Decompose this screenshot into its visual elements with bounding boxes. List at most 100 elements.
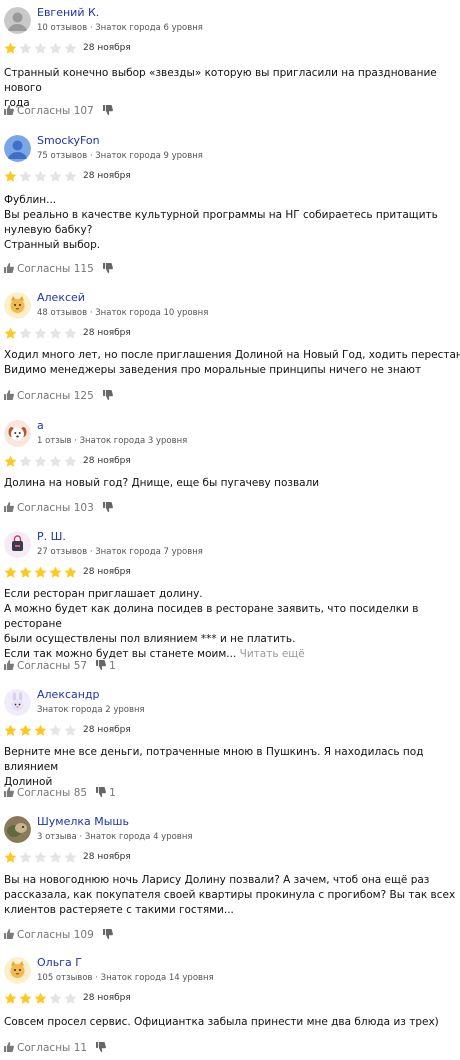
review-actions: Согласны 125	[4, 385, 116, 402]
author-name[interactable]: Алексей	[37, 291, 85, 304]
star-icon	[4, 851, 17, 864]
star-icon	[64, 851, 77, 864]
review-text-body: Ходил много лет, но после приглашения До…	[4, 349, 460, 376]
star-icon	[49, 42, 62, 55]
agree-label: Согласны	[17, 786, 71, 799]
star-icon	[64, 724, 77, 737]
thumb-up-icon	[4, 928, 17, 941]
author-meta: 75 отзывов · Знаток города 9 уровня	[37, 151, 203, 161]
thumb-up-icon	[4, 262, 17, 275]
disagree-button[interactable]	[102, 389, 116, 402]
agree-label: Согласны	[17, 262, 71, 275]
review-actions: Согласны 85 1	[4, 782, 116, 799]
star-icon	[4, 724, 17, 737]
thumb-down-icon	[96, 786, 109, 799]
agree-label: Согласны	[17, 389, 71, 402]
agree-count: 107	[73, 104, 94, 117]
disagree-button[interactable]	[102, 262, 116, 275]
avatar[interactable]	[4, 689, 31, 716]
agree-button[interactable]: Согласны 85	[4, 786, 87, 799]
agree-button[interactable]: Согласны 103	[4, 501, 94, 514]
agree-button[interactable]: Согласны 125	[4, 389, 94, 402]
agree-label: Согласны	[17, 1041, 71, 1054]
review-actions: Согласны 109	[4, 924, 116, 941]
review-date: 28 ноября	[83, 567, 131, 577]
rating-stars	[4, 992, 79, 1005]
agree-button[interactable]: Согласны 109	[4, 928, 94, 941]
review-date: 28 ноября	[83, 43, 131, 53]
review-text: Совсем просел сервис. Официантка забыла …	[4, 1015, 460, 1030]
review-date: 28 ноября	[83, 171, 131, 181]
star-icon	[19, 455, 32, 468]
thumb-up-icon	[4, 104, 17, 117]
review-text: Ходил много лет, но после приглашения До…	[4, 348, 460, 378]
author-name[interactable]: Александр	[37, 688, 100, 701]
star-icon	[19, 42, 32, 55]
thumb-down-icon	[102, 501, 116, 514]
thumb-down-icon	[96, 659, 109, 672]
star-icon	[49, 455, 62, 468]
star-icon	[34, 327, 47, 340]
disagree-button[interactable]	[96, 1041, 109, 1054]
agree-count: 115	[73, 262, 94, 275]
disagree-button[interactable]	[102, 928, 116, 941]
review-date: 28 ноября	[83, 725, 131, 735]
thumb-up-icon	[4, 389, 17, 402]
author-name[interactable]: Р. Ш.	[37, 530, 66, 543]
review-actions: Согласны 115	[4, 258, 116, 275]
avatar[interactable]	[4, 292, 31, 319]
star-icon	[49, 724, 62, 737]
review-date: 28 ноября	[83, 328, 131, 338]
rating-stars	[4, 566, 79, 579]
review-text-body: Вы на новогоднюю ночь Ларису Долину позв…	[4, 874, 456, 916]
read-more-link[interactable]: Читать ещё	[240, 648, 305, 660]
star-icon	[19, 170, 32, 183]
rating-stars	[4, 170, 79, 183]
star-icon	[34, 992, 47, 1005]
agree-label: Согласны	[17, 928, 71, 941]
avatar[interactable]	[4, 7, 31, 34]
author-name[interactable]: Шумелка Мышь	[37, 815, 129, 828]
agree-label: Согласны	[17, 104, 71, 117]
avatar[interactable]	[4, 957, 31, 984]
star-icon	[34, 566, 47, 579]
review-actions: Согласны 11	[4, 1037, 109, 1054]
disagree-button[interactable]: 1	[96, 786, 116, 799]
agree-count: 57	[73, 659, 88, 672]
author-meta: 105 отзывов · Знаток города 14 уровня	[37, 973, 214, 983]
thumb-down-icon	[102, 104, 116, 117]
star-icon	[64, 42, 77, 55]
avatar[interactable]	[4, 135, 31, 162]
review-date: 28 ноября	[83, 852, 131, 862]
avatar[interactable]	[4, 816, 31, 843]
star-icon	[4, 455, 17, 468]
review-actions: Согласны 107	[4, 100, 116, 117]
agree-button[interactable]: Согласны 11	[4, 1041, 87, 1054]
star-icon	[49, 170, 62, 183]
agree-count: 109	[73, 928, 94, 941]
agree-button[interactable]: Согласны 115	[4, 262, 94, 275]
thumb-down-icon	[96, 1041, 109, 1054]
star-icon	[19, 327, 32, 340]
agree-count: 103	[73, 501, 94, 514]
author-name[interactable]: Ольга Г	[37, 956, 82, 969]
author-name[interactable]: а	[37, 419, 44, 432]
disagree-button[interactable]: 1	[96, 659, 116, 672]
author-name[interactable]: SmockyFon	[37, 134, 100, 147]
star-icon	[49, 851, 62, 864]
review-text: Долина на новый год? Днище, еще бы пугач…	[4, 476, 460, 491]
avatar[interactable]	[4, 420, 31, 447]
thumb-up-icon	[4, 501, 17, 514]
review-actions: Согласны 57 1	[4, 655, 116, 672]
disagree-button[interactable]	[102, 501, 116, 514]
author-meta: 27 отзывов · Знаток города 7 уровня	[37, 547, 203, 557]
star-icon	[49, 566, 62, 579]
agree-button[interactable]: Согласны 57	[4, 659, 88, 672]
author-name[interactable]: Евгений К.	[37, 6, 99, 19]
disagree-button[interactable]	[102, 104, 116, 117]
avatar[interactable]	[4, 531, 31, 558]
review-text-body: Долина на новый год? Днище, еще бы пугач…	[4, 477, 320, 489]
agree-button[interactable]: Согласны 107	[4, 104, 94, 117]
rating-stars	[4, 42, 79, 55]
star-icon	[19, 724, 32, 737]
